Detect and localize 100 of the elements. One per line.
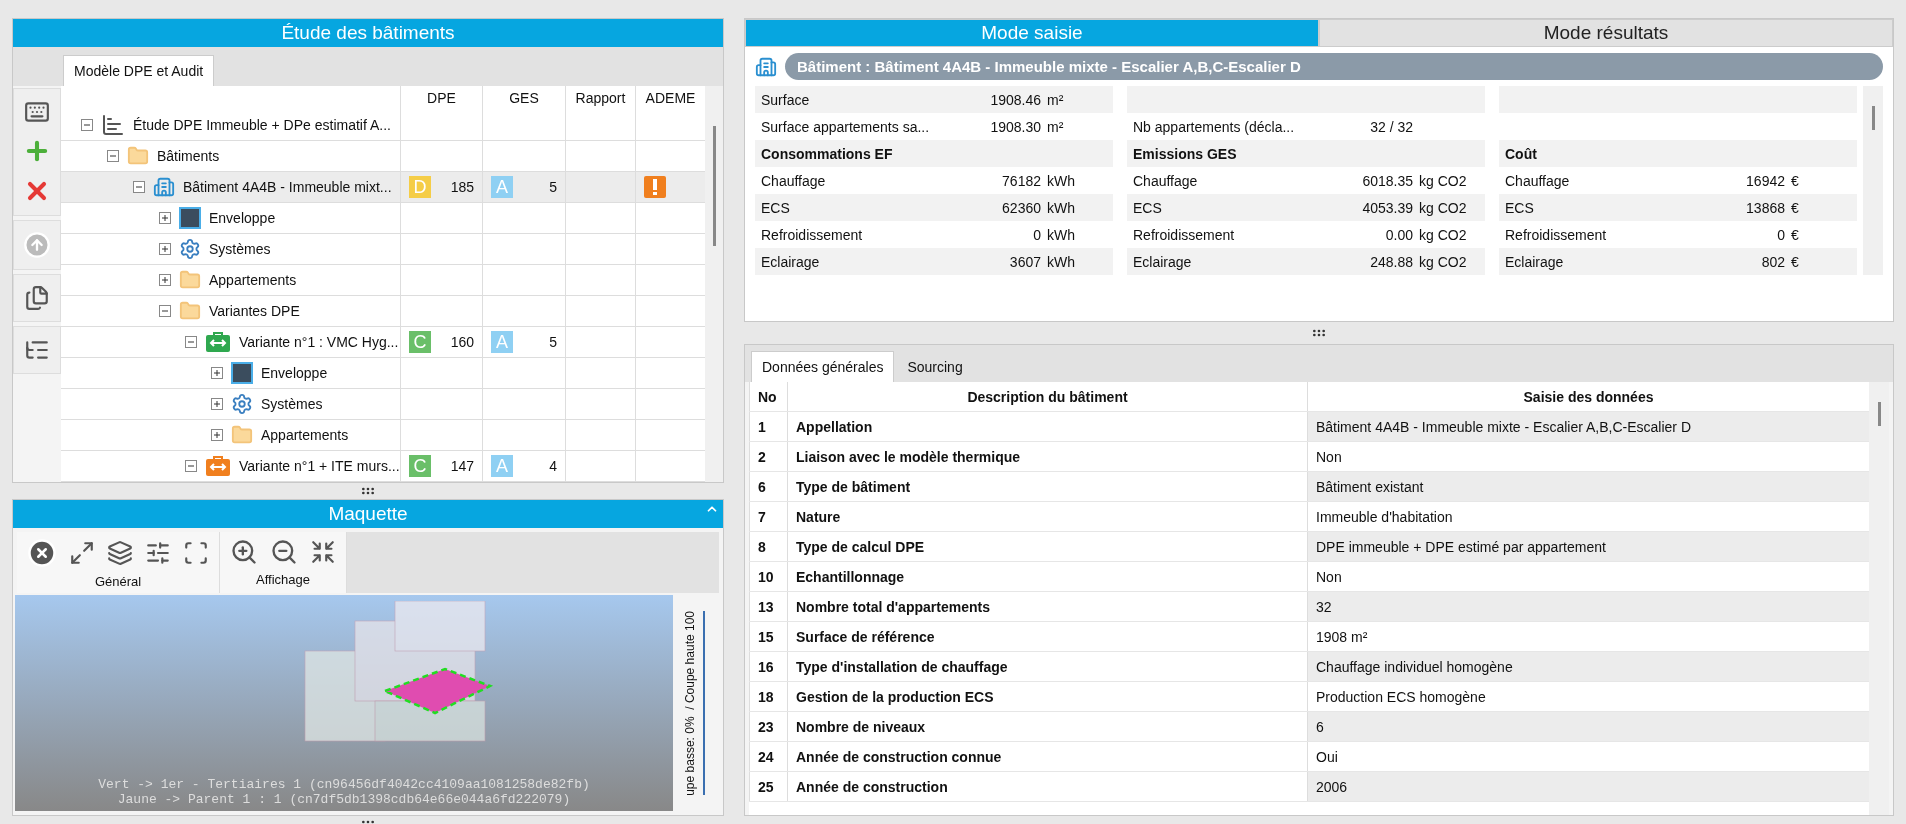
expand-icon[interactable] — [211, 367, 223, 379]
tree-row[interactable]: Systèmes — [61, 389, 705, 420]
unit-text: € — [1791, 253, 1800, 270]
unit-text: m² — [1047, 91, 1065, 108]
table-cell[interactable]: 6 — [1307, 712, 1869, 741]
tree-row[interactable]: Variante n°1 + ITE murs... C 147 A 4 — [61, 451, 705, 482]
summary-label: Chauffage — [1133, 172, 1199, 189]
tree-row[interactable]: Variante n°1 : VMC Hyg... C 160 A 5 — [61, 327, 705, 358]
summary-value: 0.00 — [1384, 226, 1413, 243]
grade-badge: A — [491, 331, 513, 353]
expand-icon[interactable] — [159, 212, 171, 224]
unit-text: € — [1791, 226, 1800, 243]
shrink-button[interactable] — [310, 539, 336, 565]
tab[interactable]: Modèle DPE et Audit — [63, 55, 215, 86]
tree-row[interactable]: Appartements — [61, 420, 705, 451]
copy-button[interactable] — [24, 285, 50, 311]
summary-label: Surface — [761, 91, 811, 108]
tree-row[interactable]: Étude DPE Immeuble + DPe estimatif A... — [61, 110, 705, 141]
group-label: Général — [94, 574, 142, 589]
value-text: 5 — [549, 179, 557, 195]
warning-icon — [644, 176, 666, 198]
folder-icon — [179, 269, 201, 291]
collapse-icon[interactable] — [107, 150, 119, 162]
layers-button[interactable] — [107, 540, 133, 566]
value-text: 4 — [549, 458, 557, 474]
collapse-icon[interactable] — [159, 305, 171, 317]
summary-value: 1908.46 — [989, 91, 1041, 108]
unit-text: kg CO2 — [1419, 172, 1468, 189]
tree-label: Enveloppe — [209, 210, 276, 226]
summary-value: 32 / 32 — [1369, 118, 1413, 135]
panel-title: Étude des bâtiments — [13, 19, 723, 47]
section-heading: Consommations EF — [761, 145, 894, 162]
summary-value: 4053.39 — [1361, 199, 1413, 216]
table-cell[interactable]: Bâtiment 4A4B - Immeuble mixte - Escalier A,B,C-Escalier D — [1307, 412, 1869, 441]
summary-label: Nb appartements (décla... — [1133, 118, 1296, 135]
table-cell[interactable]: Bâtiment existant — [1307, 472, 1869, 501]
column-header: Description du bâtiment — [787, 382, 1307, 411]
value-text: 147 — [450, 458, 474, 474]
table-cell[interactable]: DPE immeuble + DPE estimé par appartement — [1307, 532, 1869, 561]
tree-row[interactable]: Appartements — [61, 265, 705, 296]
summary-label: ECS — [1505, 199, 1535, 216]
value-text: 5 — [549, 334, 557, 350]
tree-label: Appartements — [209, 272, 297, 288]
grade-badge: A — [491, 176, 513, 198]
tree-row[interactable]: Enveloppe — [61, 358, 705, 389]
summary-value: 62360 — [1001, 199, 1041, 216]
summary-value: 6018.35 — [1361, 172, 1413, 189]
panel-title: Maquette — [13, 500, 723, 528]
frame-button[interactable] — [183, 540, 209, 566]
section-heading: Emissions GES — [1133, 145, 1238, 162]
tree-row[interactable]: Enveloppe — [61, 203, 705, 234]
zoom-out-button[interactable] — [270, 538, 298, 566]
summary-label: Chauffage — [761, 172, 827, 189]
tab[interactable]: Données générales — [751, 351, 895, 382]
expand-icon[interactable] — [211, 398, 223, 410]
unit-text: kg CO2 — [1419, 226, 1468, 243]
gear-icon — [179, 238, 201, 260]
expand-button[interactable] — [69, 540, 95, 566]
collapse-icon[interactable] — [185, 336, 197, 348]
close-button[interactable] — [27, 538, 57, 568]
tree-label: Systèmes — [209, 241, 271, 257]
unit-text: m² — [1047, 118, 1065, 135]
collapse-icon[interactable] — [133, 181, 145, 193]
zoom-in-button[interactable] — [230, 538, 258, 566]
tree-row[interactable]: Bâtiment 4A4B - Immeuble mixt... D 185 A 5 — [61, 172, 705, 203]
settings-button[interactable] — [145, 540, 171, 566]
keyboard-button[interactable] — [24, 99, 50, 125]
collapse-icon[interactable] — [185, 460, 197, 472]
tree-row[interactable]: Systèmes — [61, 234, 705, 265]
chart-icon — [101, 113, 125, 137]
summary-value: 802 — [1760, 253, 1785, 270]
expand-icon[interactable] — [211, 429, 223, 441]
slider-label: upe basse: 0% / Coupe haute 100 — [683, 610, 697, 796]
tree-row[interactable]: Bâtiments — [61, 141, 705, 172]
tree-row[interactable]: Variantes DPE — [61, 296, 705, 327]
unit-text: kg CO2 — [1419, 199, 1468, 216]
collapse-icon[interactable] — [81, 119, 93, 131]
summary-value: 76182 — [1001, 172, 1041, 189]
tree-label: Variantes DPE — [209, 303, 300, 319]
grade-badge: C — [409, 331, 431, 353]
gear-icon — [231, 393, 253, 415]
expand-icon[interactable] — [159, 243, 171, 255]
expand-icon[interactable] — [159, 274, 171, 286]
folder-icon — [127, 145, 149, 167]
table-cell[interactable]: 32 — [1307, 592, 1869, 621]
tree-label: Bâtiments — [157, 148, 220, 164]
summary-label: Refroidissement — [1505, 226, 1608, 243]
table-cell[interactable]: Chauffage individuel homogène — [1307, 652, 1869, 681]
unit-text: kWh — [1047, 172, 1076, 189]
summary-label: Eclairage — [761, 253, 821, 270]
summary-value: 248.88 — [1369, 253, 1413, 270]
table-cell[interactable]: 2006 — [1307, 772, 1869, 801]
unit-text: kg CO2 — [1419, 253, 1468, 270]
tree-label: Variante n°1 : VMC Hyg... — [239, 334, 399, 350]
summary-label: Eclairage — [1505, 253, 1565, 270]
mode-tab[interactable]: Mode résultats — [1319, 19, 1893, 47]
overlay-text: Vert -> 1er - Tertiaires 1 (cn96456df4042cc4109aa1081258de82fb) — [98, 777, 590, 792]
unit-text: kWh — [1047, 199, 1076, 216]
summary-value: 1908.30 — [989, 118, 1041, 135]
section-heading: Coût — [1505, 145, 1538, 162]
